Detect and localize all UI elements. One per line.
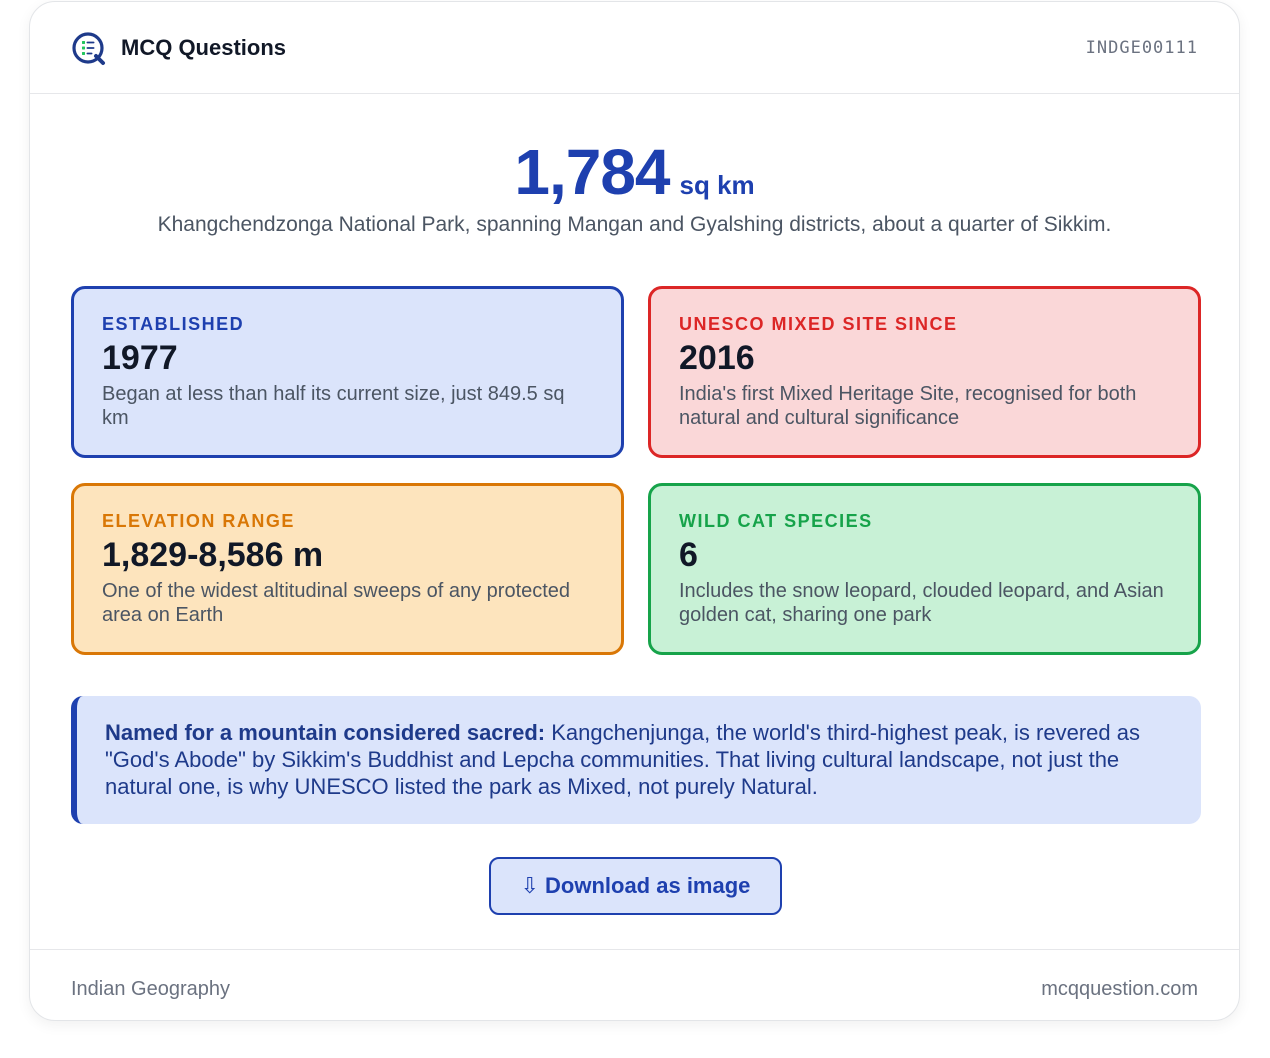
stat-value: 1977 [102, 339, 178, 377]
stat-label: ELEVATION RANGE [102, 511, 295, 531]
card-header: MCQ Questions INDGE00111 [30, 2, 1239, 94]
download-image-button[interactable]: ⇩ Download as image [489, 857, 782, 915]
stat-label: UNESCO MIXED SITE SINCE [679, 314, 958, 334]
stat-label: WILD CAT SPECIES [679, 511, 873, 531]
download-arrow-icon: ⇩ [520, 873, 540, 898]
stat-value: 2016 [679, 339, 755, 377]
mcq-logo-icon [72, 32, 105, 65]
stat-value: 6 [679, 536, 698, 574]
hero-subtitle: Khangchendzonga National Park, spanning … [157, 213, 1112, 236]
note-title: Named for a mountain considered sacred: [105, 720, 546, 745]
stat-description: One of the widest altitudinal sweeps of … [102, 580, 571, 626]
stat-description: India's first Mixed Heritage Site, recog… [679, 383, 1137, 429]
stat-card-elevation: ELEVATION RANGE 1,829-8,586 m One of the… [71, 483, 624, 655]
stat-label: ESTABLISHED [102, 314, 245, 334]
footer-site: mcqquestion.com [1041, 978, 1198, 1000]
stat-card-wild-cats: WILD CAT SPECIES 6 Includes the snow leo… [648, 483, 1201, 655]
footer-category: Indian Geography [71, 978, 231, 1000]
download-label: Download as image [545, 873, 751, 898]
fact-card: MCQ Questions INDGE00111 1,784 sq km Khan… [29, 1, 1240, 1021]
stat-value: 1,829-8,586 m [102, 536, 324, 574]
stat-card-established: ESTABLISHED 1977 Began at less than half… [71, 286, 624, 458]
stat-card-unesco: UNESCO MIXED SITE SINCE 2016 India's fir… [648, 286, 1201, 458]
hero-number: 1,784 [514, 136, 670, 208]
question-code: INDGE00111 [1085, 38, 1198, 58]
brand-title: MCQ Questions [121, 35, 287, 60]
stat-description: Includes the snow leopard, clouded leopa… [679, 580, 1164, 626]
hero-unit: sq km [679, 170, 755, 200]
info-note: Named for a mountain considered sacred: … [71, 696, 1201, 824]
stat-description: Began at less than half its current size… [102, 383, 565, 429]
card-footer: Indian Geography mcqquestion.com [30, 949, 1239, 1020]
